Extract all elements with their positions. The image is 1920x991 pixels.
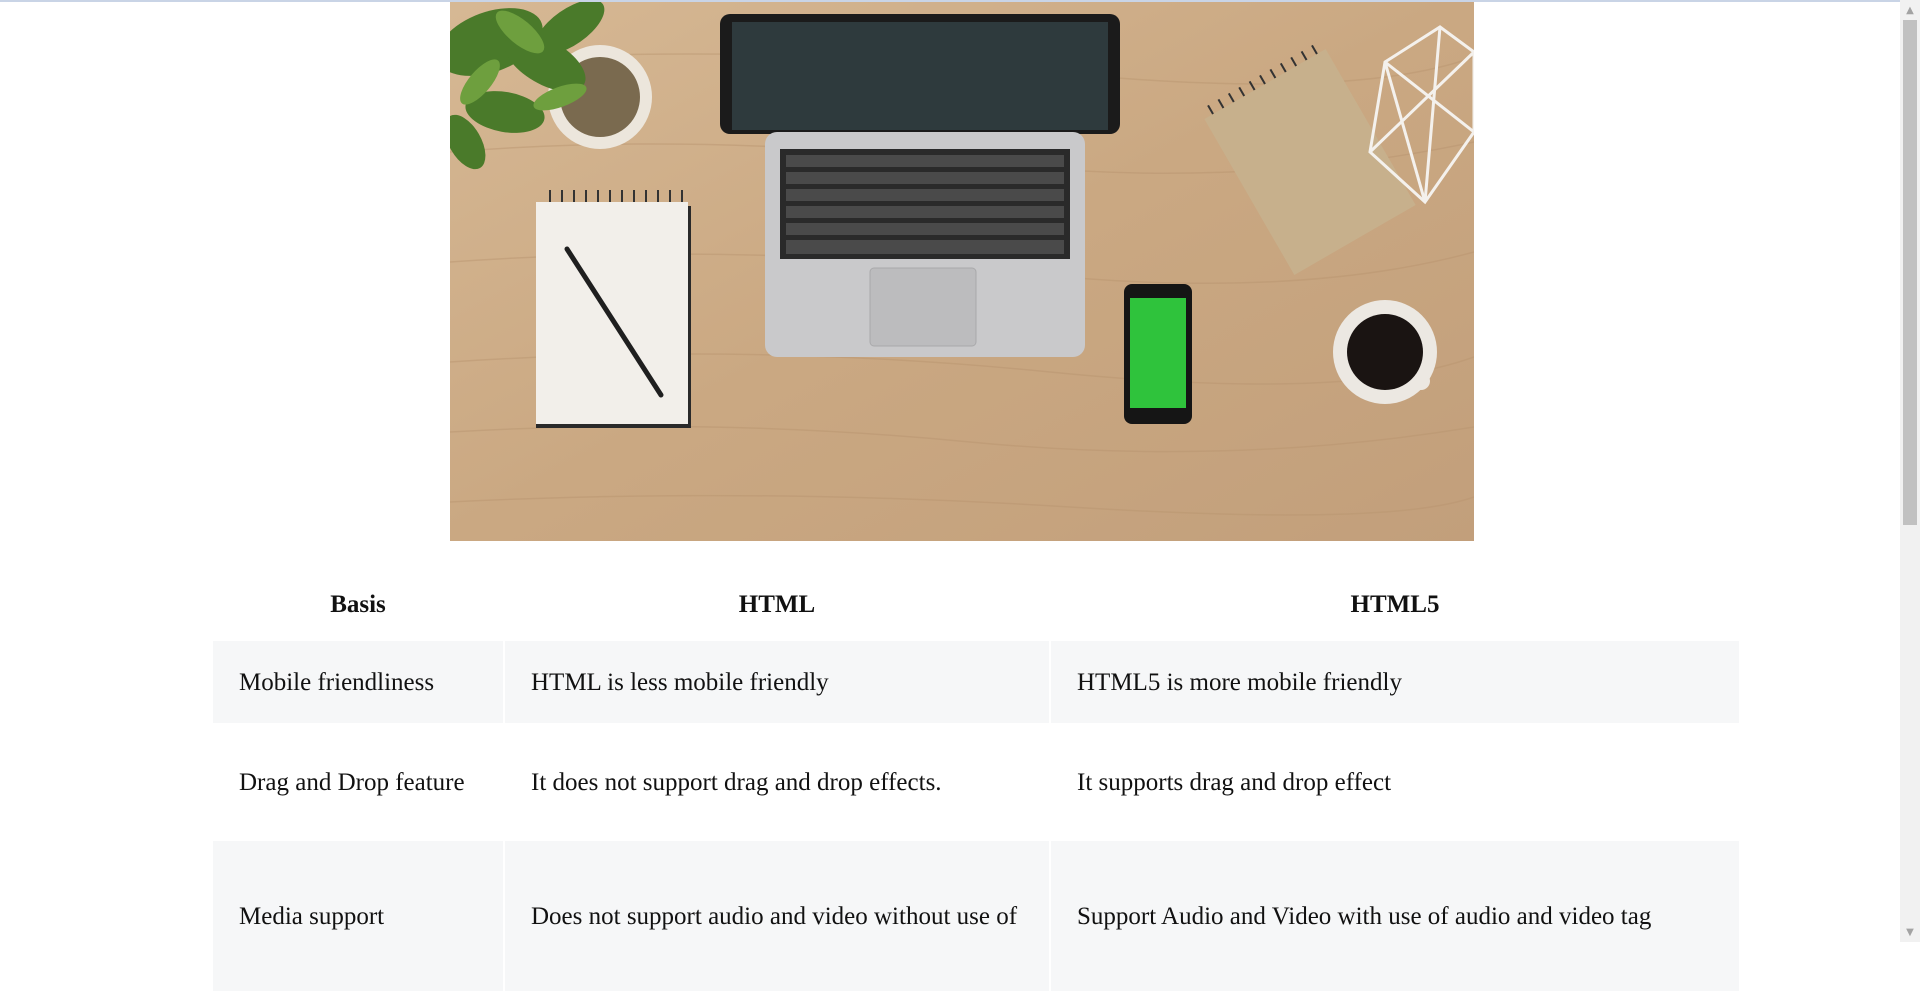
cell-html5: Support Audio and Video with use of audi…: [1051, 841, 1739, 991]
smartphone-green-screen: [1124, 284, 1192, 424]
coffee-cup: [1333, 300, 1437, 404]
vertical-scrollbar[interactable]: ▲ ▼: [1900, 0, 1920, 942]
html-vs-html5-comparison-table-container: Basis HTML HTML5 Mobile friendliness HTM…: [211, 567, 1739, 991]
scroll-up-arrow-icon[interactable]: ▲: [1900, 0, 1920, 20]
cell-basis: Media support: [213, 841, 503, 991]
cell-basis: Drag and Drop feature: [213, 723, 503, 841]
cell-html5: It supports drag and drop effect: [1051, 723, 1739, 841]
header-basis: Basis: [330, 590, 386, 618]
header-html5: HTML5: [1350, 590, 1440, 618]
desk-hero-image: [450, 2, 1474, 541]
table-row: Mobile friendliness HTML is less mobile …: [213, 641, 1739, 723]
cell-html: HTML is less mobile friendly: [505, 641, 1049, 723]
scroll-down-arrow-icon[interactable]: ▼: [1900, 922, 1920, 942]
cell-html: It does not support drag and drop effect…: [505, 723, 1049, 841]
laptop: [720, 14, 1120, 357]
desk-scene-illustration: [450, 2, 1474, 541]
table-row: Drag and Drop feature It does not suppor…: [213, 723, 1739, 841]
spiral-notepad-with-pencil: [536, 190, 691, 428]
cell-basis: Mobile friendliness: [213, 641, 503, 723]
comparison-table: Basis HTML HTML5 Mobile friendliness HTM…: [211, 567, 1741, 991]
table-row: Media support Does not support audio and…: [213, 841, 1739, 991]
scrollbar-thumb[interactable]: [1903, 20, 1917, 525]
cell-html5: HTML5 is more mobile friendly: [1051, 641, 1739, 723]
cell-html: Does not support audio and video without…: [505, 841, 1049, 991]
header-html: HTML: [738, 590, 816, 618]
table-header-row: Basis HTML HTML5: [213, 567, 1739, 641]
